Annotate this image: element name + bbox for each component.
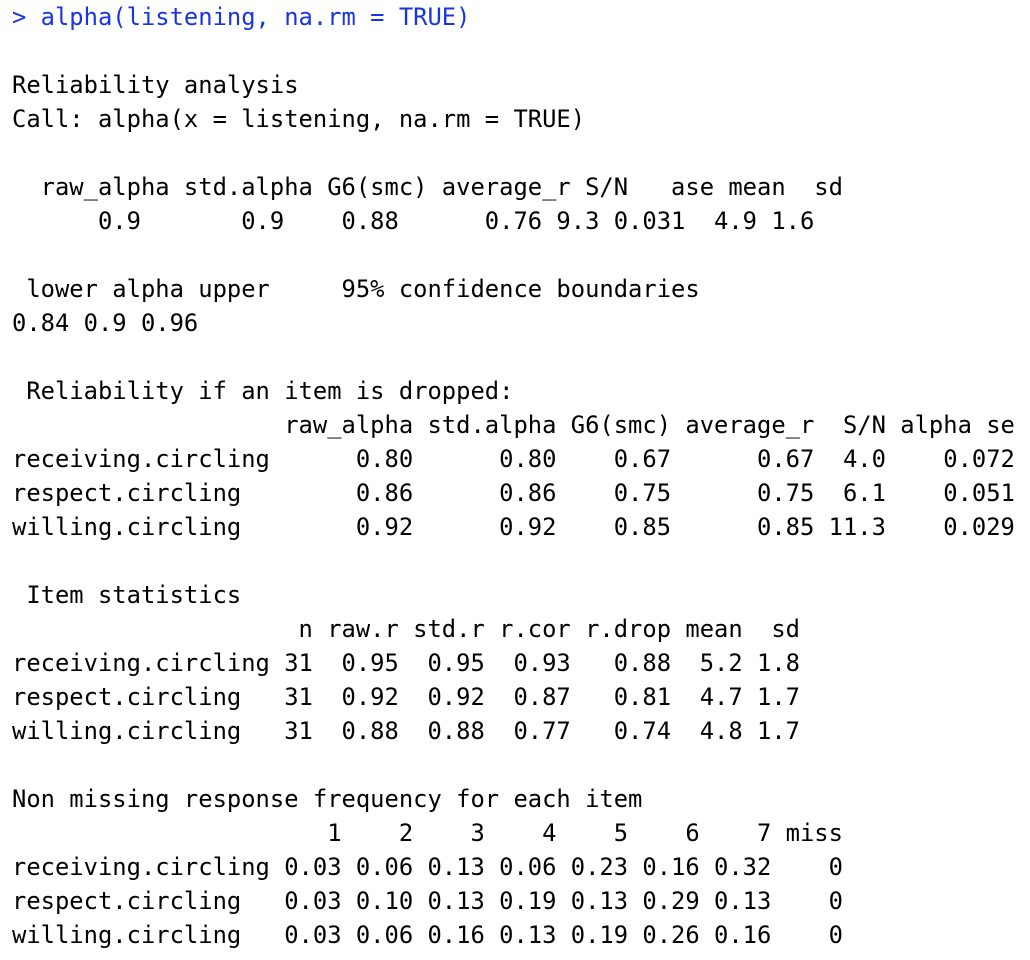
output-call: Call: alpha(x = listening, na.rm = TRUE) [12,105,586,133]
table-row: respect.circling 0.03 0.10 0.13 0.19 0.1… [12,887,843,915]
item-stats-title: Item statistics [12,581,242,609]
table-row: willing.circling 0.03 0.06 0.16 0.13 0.1… [12,921,843,949]
table-row: willing.circling 0.92 0.92 0.85 0.85 11.… [12,513,1015,541]
table-row: receiving.circling 0.03 0.06 0.13 0.06 0… [12,853,843,881]
confidence-values: 0.84 0.9 0.96 [12,309,199,337]
table-row: receiving.circling 31 0.95 0.95 0.93 0.8… [12,649,800,677]
table-row: respect.circling 31 0.92 0.92 0.87 0.81 … [12,683,800,711]
freq-header: 1 2 3 4 5 6 7 miss [12,819,843,847]
output-title: Reliability analysis [12,71,299,99]
table-row: willing.circling 31 0.88 0.88 0.77 0.74 … [12,717,800,745]
summary-header: raw_alpha std.alpha G6(smc) average_r S/… [12,173,843,201]
command-text: alpha(listening, na.rm = TRUE) [40,3,471,31]
dropped-header: raw_alpha std.alpha G6(smc) average_r S/… [12,411,1015,439]
freq-title: Non missing response frequency for each … [12,785,643,813]
table-row: respect.circling 0.86 0.86 0.75 0.75 6.1… [12,479,1015,507]
summary-values: 0.9 0.9 0.88 0.76 9.3 0.031 4.9 1.6 [12,207,815,235]
confidence-header: lower alpha upper 95% confidence boundar… [12,275,700,303]
dropped-title: Reliability if an item is dropped: [12,377,514,405]
item-stats-header: n raw.r std.r r.cor r.drop mean sd [12,615,800,643]
prompt-symbol: > [12,3,27,31]
r-console-output: > alpha(listening, na.rm = TRUE) Reliabi… [0,0,1030,960]
command-line: > alpha(listening, na.rm = TRUE) [12,0,1030,34]
table-row: receiving.circling 0.80 0.80 0.67 0.67 4… [12,445,1015,473]
